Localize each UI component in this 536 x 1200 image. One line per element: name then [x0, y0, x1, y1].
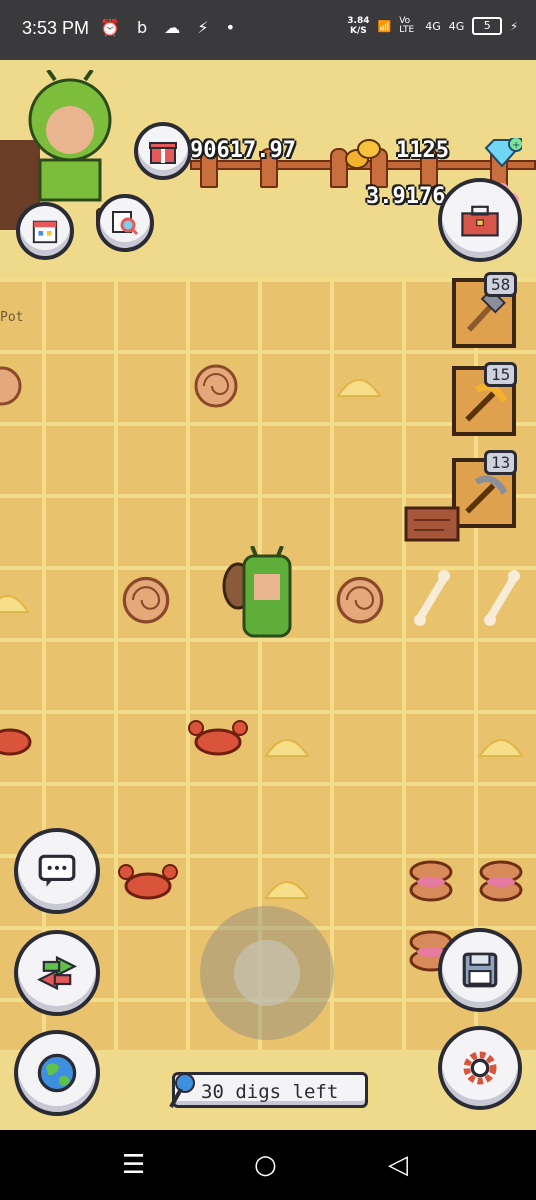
world-map-button[interactable]: [14, 1030, 100, 1116]
magnifier-icon: [112, 211, 139, 236]
signal-2: 4G: [448, 19, 465, 33]
save-button[interactable]: [438, 928, 522, 1012]
clam-icon[interactable]: [476, 856, 526, 906]
floppy-disk-icon: [462, 952, 498, 988]
wooden-sign-icon: [404, 506, 460, 542]
flower-token-amount: 3.9176: [366, 184, 446, 209]
system-nav-bar: ☰ ○ ◁: [0, 1130, 536, 1200]
sand-pile-icon[interactable]: [476, 724, 526, 760]
chat-icon: [38, 854, 76, 887]
sand-pile-icon[interactable]: [262, 866, 312, 902]
crab-icon[interactable]: [118, 858, 178, 906]
clam-icon[interactable]: [406, 856, 456, 906]
shell-fossil-icon[interactable]: [0, 366, 22, 406]
crab-icon[interactable]: [0, 720, 34, 760]
shell-fossil-icon[interactable]: [334, 572, 386, 624]
toolbox-icon: [461, 205, 499, 237]
pickaxe-count-badge: 13: [484, 450, 518, 475]
sand-pile-icon[interactable]: [262, 724, 312, 760]
charging-icon: ⚡: [510, 19, 518, 33]
sand-pile-icon[interactable]: [334, 364, 384, 400]
collection-search-button[interactable]: [96, 194, 154, 252]
crab-icon[interactable]: [188, 714, 248, 762]
home-icon[interactable]: ○: [254, 1150, 277, 1180]
virtual-joystick[interactable]: [200, 906, 334, 1040]
bone-icon[interactable]: [478, 568, 526, 628]
joystick-knob[interactable]: [234, 940, 300, 1006]
calendar-button[interactable]: [16, 202, 74, 260]
recent-apps-icon[interactable]: ☰: [122, 1150, 145, 1180]
gold-amount: 90617.97: [190, 138, 296, 163]
battery-icon: 5: [472, 17, 503, 35]
chat-button[interactable]: [14, 828, 100, 914]
wifi-icon: 📶: [377, 19, 392, 33]
shell-fossil-icon[interactable]: [192, 360, 240, 408]
signal-1: 4G: [425, 19, 441, 33]
diamond-icon: +: [484, 138, 522, 168]
gift-icon: [149, 142, 177, 164]
player-name-tag: Pot: [0, 310, 24, 325]
gold-pickaxe-count-badge: 15: [484, 362, 518, 387]
anvil-count-badge: 58: [484, 272, 518, 297]
trade-arrows-icon: [36, 955, 78, 991]
bone-icon[interactable]: [408, 568, 456, 628]
game-viewport[interactable]: 90617.97 1125 + 3.9176 71 Pot: [0, 60, 536, 1130]
svg-text:+: +: [512, 140, 520, 151]
status-time: 3:53 PM: [22, 18, 90, 38]
notification-icons: ⏰ b ☁ ⚡ •: [100, 18, 242, 37]
net-speed: 3.84 K/S: [347, 16, 370, 36]
gear-icon: [463, 1051, 497, 1085]
shovel-icon: [169, 1073, 195, 1108]
status-right: 3.84 K/S 📶 Vo LTE 4G 4G 5 ⚡: [347, 16, 518, 36]
digs-left-text: 30 digs left: [201, 1081, 339, 1103]
volte-label: Vo LTE: [399, 16, 415, 35]
calendar-icon: [32, 220, 58, 244]
toolbox-button[interactable]: [438, 178, 522, 262]
back-icon[interactable]: ◁: [388, 1150, 408, 1180]
gems-amount: 1125: [396, 138, 449, 163]
shell-fossil-icon[interactable]: [120, 572, 172, 624]
player-character: [222, 546, 292, 638]
gold-coins-icon: [345, 139, 381, 169]
globe-icon: [37, 1053, 77, 1093]
sand-pile-icon[interactable]: [0, 580, 30, 616]
digs-left-banner: 30 digs left: [169, 1072, 368, 1108]
status-bar: 3:53 PM ⏰ b ☁ ⚡ • 3.84 K/S 📶 Vo LTE 4G 4…: [0, 0, 536, 60]
gift-button[interactable]: [134, 122, 192, 180]
settings-button[interactable]: [438, 1026, 522, 1110]
trade-button[interactable]: [14, 930, 100, 1016]
